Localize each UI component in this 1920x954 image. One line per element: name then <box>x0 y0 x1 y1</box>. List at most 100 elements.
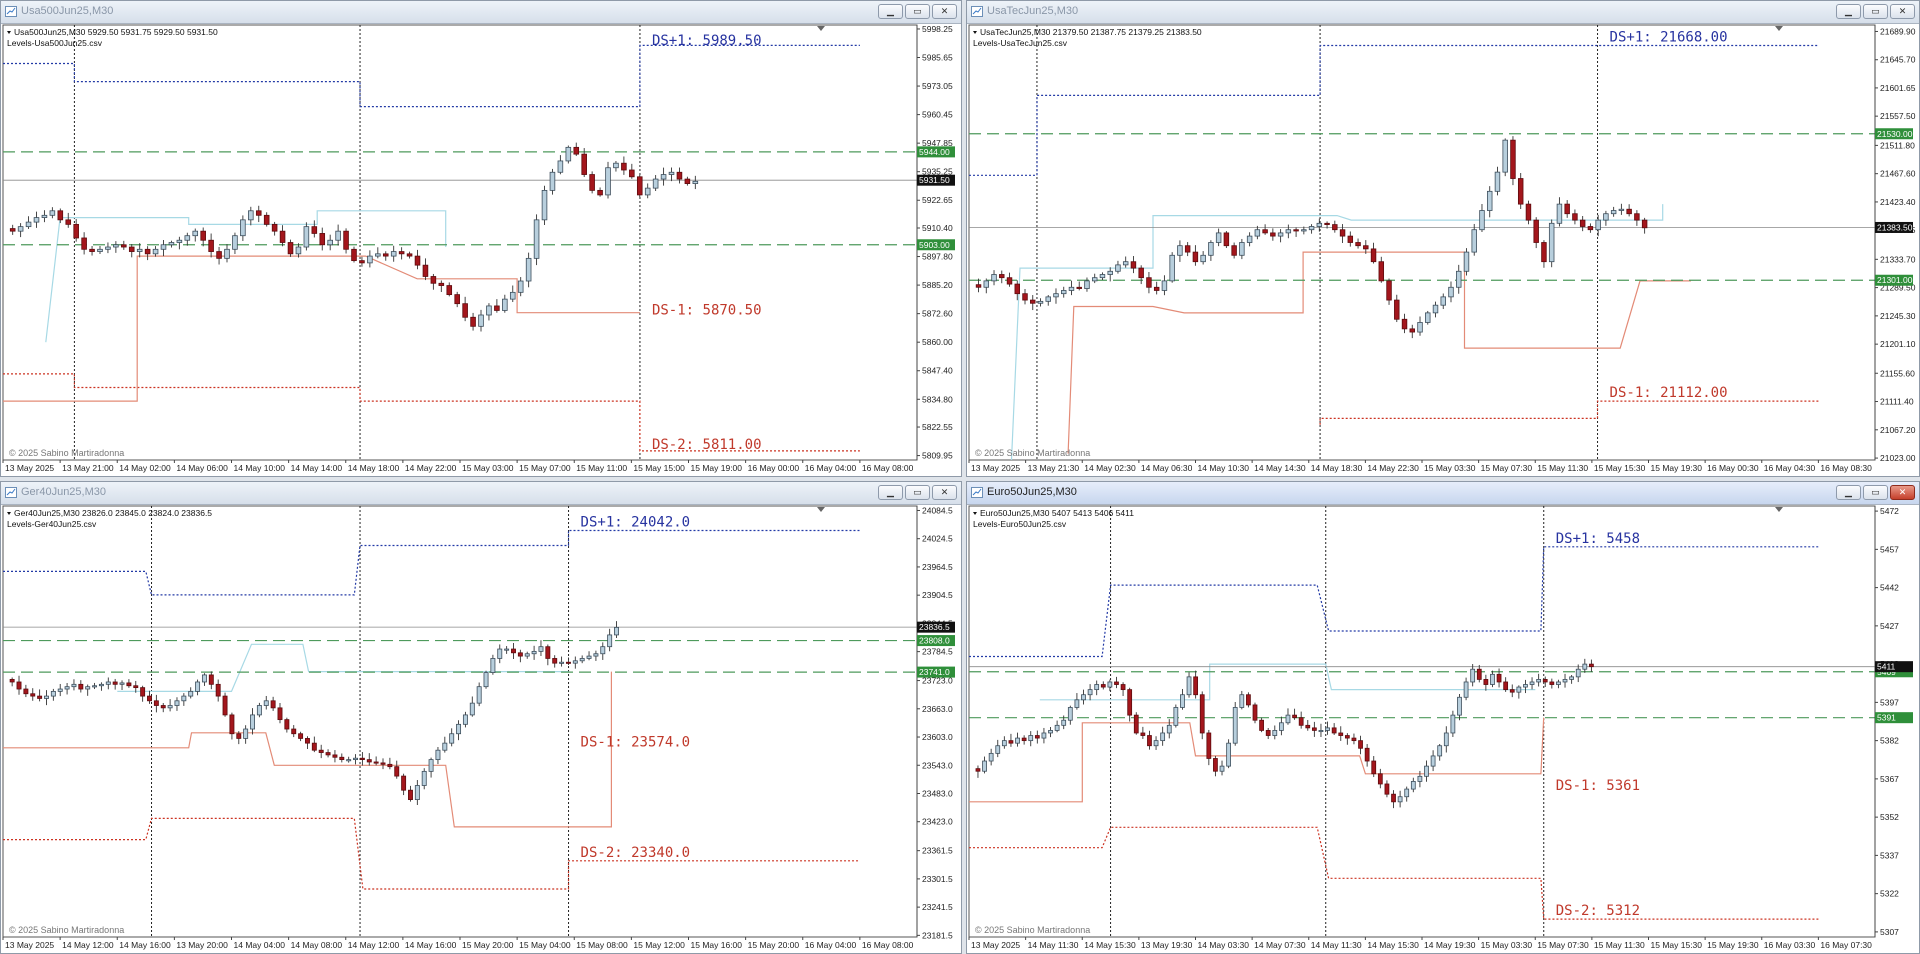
candle-body <box>78 683 84 690</box>
candle-body <box>586 655 592 659</box>
window-titlebar[interactable]: UsaTecJun25,M30 ▁ ▭ ✕ <box>967 1 1919 24</box>
plot-area <box>2 505 918 938</box>
candle-body <box>1030 299 1036 304</box>
candle-body <box>1138 267 1144 279</box>
chart-window-ger40[interactable]: Ger40Jun25,M30 ▁ ▭ ✕ DS+1: 24042.0 DS-1: … <box>0 481 962 954</box>
candle-body <box>1358 740 1363 749</box>
candle-body <box>1344 735 1350 739</box>
maximize-button[interactable]: ▭ <box>1863 4 1888 19</box>
candle-body <box>1587 226 1594 231</box>
candle-body <box>497 648 503 659</box>
maximize-button[interactable]: ▭ <box>1863 485 1888 500</box>
y-tick-label: 5847.40 <box>922 366 953 376</box>
candle-body <box>531 650 537 655</box>
candle-body <box>373 761 379 764</box>
candle-body <box>414 785 420 801</box>
candle-body <box>975 284 982 288</box>
candle-body <box>232 235 238 250</box>
level-label: DS+1: 5989.50 <box>652 33 762 49</box>
window-titlebar[interactable]: Ger40Jun25,M30 ▁ ▭ ✕ <box>1 482 961 505</box>
candle-body <box>49 210 56 216</box>
candle-body <box>1476 668 1482 680</box>
minimize-button[interactable]: ▁ <box>878 485 903 500</box>
candle <box>1463 248 1470 276</box>
window-titlebar[interactable]: Usa500Jun25,M30 ▁ ▭ ✕ <box>1 1 961 24</box>
candle-body <box>1325 727 1330 731</box>
candle-body <box>216 251 222 259</box>
close-button[interactable]: ✕ <box>932 4 957 19</box>
x-tick-label: 15 May 08:00 <box>576 940 628 950</box>
candle-body <box>470 316 476 327</box>
candle-body <box>64 686 70 690</box>
candle-body <box>398 251 405 255</box>
minimize-button[interactable]: ▁ <box>1836 4 1861 19</box>
candle-body <box>243 728 249 739</box>
y-tick-label: 23423.0 <box>922 817 953 827</box>
candle-body <box>81 237 87 250</box>
candle-body <box>1153 286 1160 291</box>
close-icon: ✕ <box>1898 6 1907 16</box>
window-titlebar[interactable]: Euro50Jun25,M30 ▁ ▭ ✕ <box>967 482 1919 505</box>
x-tick-label: 14 May 11:30 <box>1028 940 1079 950</box>
minimize-icon: ▁ <box>887 487 894 497</box>
maximize-button[interactable]: ▭ <box>905 4 930 19</box>
chart-window-usa500[interactable]: Usa500Jun25,M30 ▁ ▭ ✕ DS+1: 5989.50 DS-1:… <box>0 0 962 477</box>
candle-body <box>565 661 571 664</box>
symbol-info: Usa500Jun25,M30 5929.50 5931.75 5929.50 … <box>14 27 218 37</box>
close-button[interactable]: ✕ <box>1890 485 1915 500</box>
candle <box>1226 739 1231 769</box>
candle-body <box>593 653 599 657</box>
x-tick-label: 13 May 2025 <box>971 463 1020 473</box>
x-tick-label: 14 May 12:00 <box>62 940 114 950</box>
candle-body <box>1401 318 1408 330</box>
maximize-button[interactable]: ▭ <box>905 485 930 500</box>
candle-body <box>1028 735 1034 742</box>
candle-body <box>430 276 437 284</box>
minimize-button[interactable]: ▁ <box>878 4 903 19</box>
candle-body <box>65 219 72 225</box>
candle-body <box>1318 730 1324 733</box>
candle-body <box>335 230 341 241</box>
price-badge-label: 5931.50 <box>919 175 950 185</box>
close-icon: ✕ <box>940 6 949 16</box>
candle-body <box>1293 229 1299 232</box>
price-chart[interactable]: DS+1: 24042.0 DS-1: 23574.0 DS-2: 23340.0 2… <box>1 504 961 953</box>
candle-body <box>684 178 691 184</box>
candle-body <box>545 646 551 659</box>
price-chart[interactable]: DS+1: 5458 DS-1: 5361 DS-2: 5312 5472 5457 54… <box>967 504 1919 953</box>
price-chart[interactable]: DS+1: 5989.50 DS-1: 5870.50 DS-2: 5811.00 5… <box>1 23 961 476</box>
candle-body <box>1014 283 1020 295</box>
candle-body <box>589 174 595 191</box>
candle-body <box>1377 773 1383 785</box>
candle-body <box>1410 781 1416 790</box>
candle-body <box>1496 673 1502 683</box>
candle-body <box>579 658 585 662</box>
candle-body <box>1127 689 1133 716</box>
y-tick-label: 5960.45 <box>922 110 953 120</box>
candle-body <box>504 648 510 651</box>
candle-body <box>1363 245 1369 250</box>
x-tick-label: 14 May 16:00 <box>405 940 457 950</box>
candle <box>483 670 489 689</box>
chart-window-euro50[interactable]: Euro50Jun25,M30 ▁ ▭ ✕ DS+1: 5458 DS-1: 53… <box>966 481 1920 954</box>
x-tick-label: 16 May 07:30 <box>1820 940 1872 950</box>
candle-body <box>201 674 207 683</box>
close-button[interactable]: ✕ <box>1890 4 1915 19</box>
candle-body <box>1091 277 1098 282</box>
candle <box>1232 702 1238 746</box>
x-tick-label: 14 May 10:30 <box>1198 463 1250 473</box>
candle-body <box>1146 277 1152 288</box>
candle-body <box>305 738 310 744</box>
candle-body <box>287 242 294 255</box>
candle-body <box>298 733 304 739</box>
candle-body <box>1193 676 1199 696</box>
candle-body <box>573 146 580 155</box>
candle-body <box>1094 684 1100 691</box>
price-chart[interactable]: DS+1: 21668.00 DS-1: 21112.00 21689.90 2164… <box>967 23 1919 476</box>
close-button[interactable]: ✕ <box>932 485 957 500</box>
chart-window-usatec[interactable]: UsaTecJun25,M30 ▁ ▭ ✕ DS+1: 21668.00 DS-1… <box>966 0 1920 477</box>
minimize-button[interactable]: ▁ <box>1836 485 1861 500</box>
candle-body <box>408 789 413 801</box>
candle-body <box>462 303 468 318</box>
y-tick-label: 23964.5 <box>922 562 953 572</box>
